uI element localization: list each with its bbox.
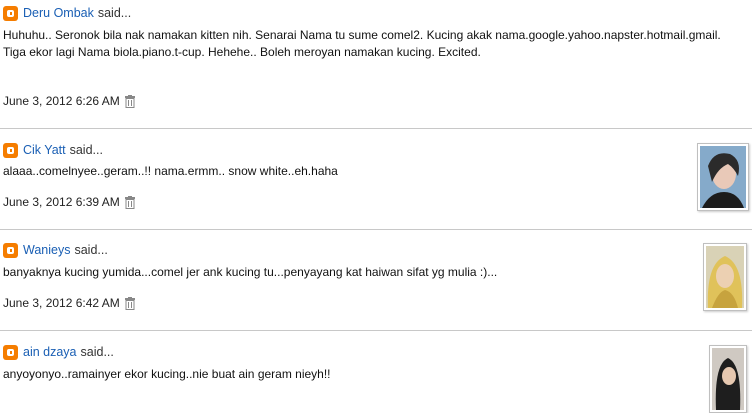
comment-divider (0, 330, 752, 331)
comment-body: alaaa..comelnyee..geram..!! nama.ermm.. … (3, 164, 338, 178)
comment-author-link[interactable]: Deru Ombak (23, 6, 94, 20)
comment-author-link[interactable]: Wanieys (23, 243, 70, 257)
comment-header: ain dzaya said... (3, 343, 114, 361)
said-label: said... (74, 243, 108, 257)
said-label: said... (80, 345, 114, 359)
comment-meta: June 3, 2012 6:26 AM (3, 94, 136, 108)
comment-timestamp[interactable]: June 3, 2012 6:26 AM (3, 94, 120, 108)
comment-timestamp[interactable]: June 3, 2012 6:42 AM (3, 296, 120, 310)
comment-header: Cik Yatt said... (3, 141, 103, 159)
blogger-icon (3, 344, 18, 360)
avatar-image (712, 348, 744, 410)
trash-icon[interactable] (124, 195, 136, 209)
blogger-icon (3, 242, 18, 258)
comment-author-link[interactable]: ain dzaya (23, 345, 77, 359)
comment-timestamp[interactable]: June 3, 2012 6:39 AM (3, 195, 120, 209)
avatar[interactable] (697, 143, 749, 211)
comment-meta: June 3, 2012 6:42 AM (3, 296, 136, 310)
comment-header: Wanieys said... (3, 241, 108, 259)
comment-meta: June 3, 2012 6:39 AM (3, 195, 136, 209)
comment-header: Deru Ombak said... (3, 4, 131, 22)
comment-body: Huhuhu.. Seronok bila nak namakan kitten… (3, 28, 721, 59)
comment-body: banyaknya kucing yumida...comel jer ank … (3, 265, 498, 279)
avatar[interactable] (703, 243, 747, 311)
avatar-image (700, 146, 746, 208)
comment-body: anyoyonyo..ramainyer ekor kucing..nie bu… (3, 367, 331, 381)
said-label: said... (97, 6, 132, 20)
avatar[interactable] (709, 345, 747, 413)
comment-divider (0, 229, 752, 230)
comment-author-link[interactable]: Cik Yatt (23, 143, 66, 157)
trash-icon[interactable] (124, 94, 136, 108)
blogger-icon (3, 5, 18, 21)
blogger-icon (3, 142, 18, 158)
comment-divider (0, 128, 752, 129)
trash-icon[interactable] (124, 296, 136, 310)
avatar-image (706, 246, 744, 308)
said-label: said... (69, 143, 103, 157)
